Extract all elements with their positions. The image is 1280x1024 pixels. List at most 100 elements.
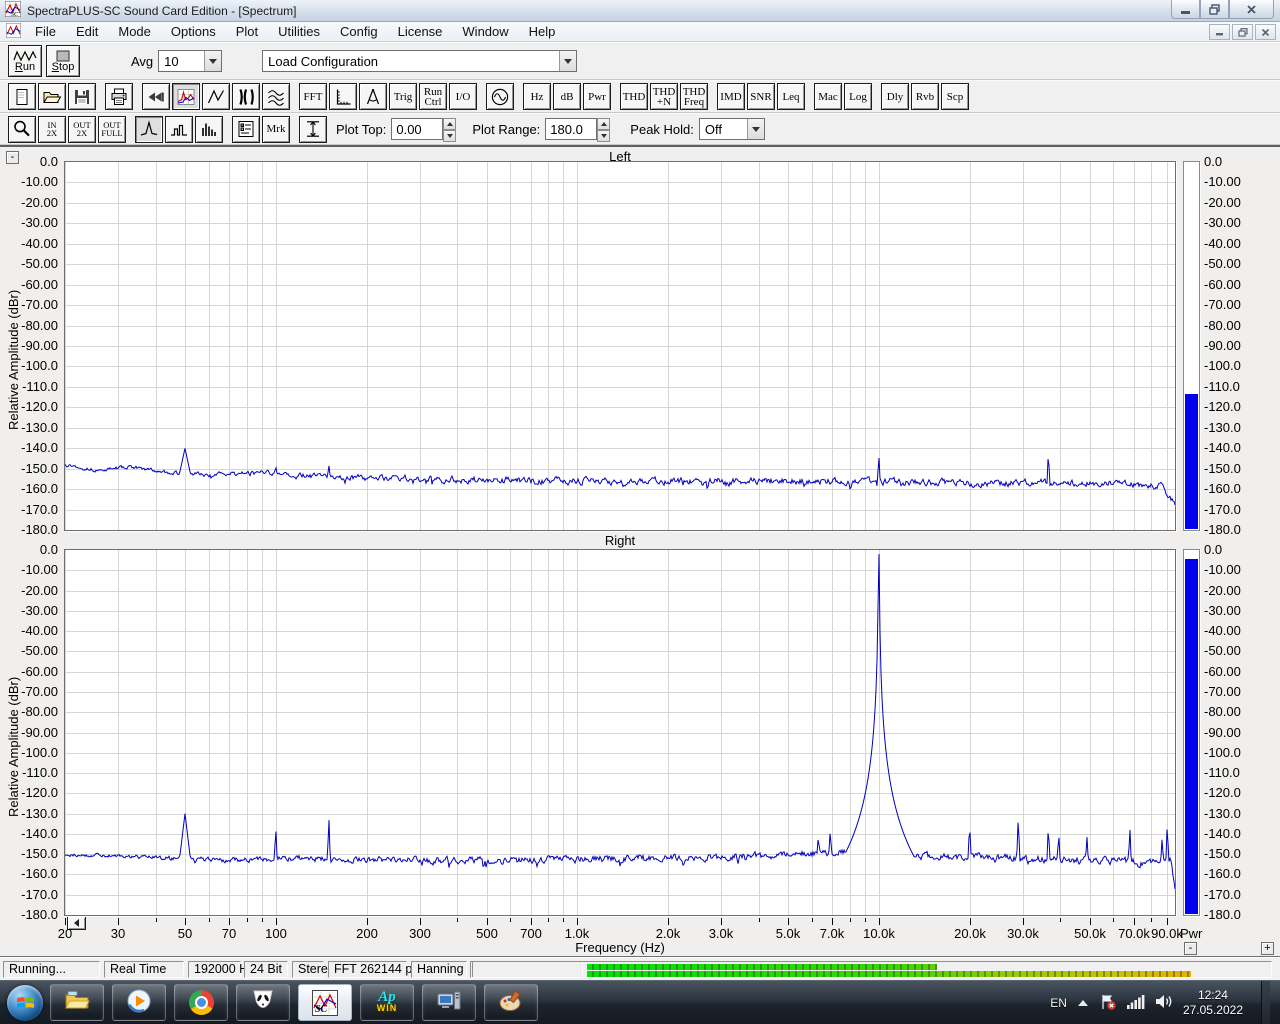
snr-button[interactable]: SNR <box>747 83 775 110</box>
toolbar-group <box>299 116 327 143</box>
spectrum-child-icon[interactable] <box>6 23 21 41</box>
fft-settings-button[interactable]: FFT <box>299 83 327 110</box>
menu-config[interactable]: Config <box>330 22 388 41</box>
taskbar-app-apwin[interactable]: ApWIN <box>360 984 414 1021</box>
phase-view-icon[interactable] <box>202 83 230 110</box>
menu-options[interactable]: Options <box>161 22 226 41</box>
plot-range-spinner[interactable] <box>597 118 610 140</box>
zoom-icon[interactable] <box>8 116 36 143</box>
plot-range-input[interactable] <box>545 118 597 140</box>
right-y-tick-label-right: -70.00 <box>1204 684 1274 699</box>
mdi-restore-button[interactable] <box>1232 24 1253 40</box>
action-center-icon[interactable] <box>1099 993 1117 1014</box>
menu-edit[interactable]: Edit <box>66 22 108 41</box>
menu-utilities[interactable]: Utilities <box>268 22 330 41</box>
delay-button[interactable]: Dly <box>881 83 909 110</box>
close-button[interactable] <box>1229 0 1274 19</box>
show-desktop-button[interactable] <box>1261 981 1270 1024</box>
reverb-button[interactable]: Rvb <box>911 83 939 110</box>
network-signal-icon[interactable] <box>1127 995 1145 1012</box>
scope-button[interactable]: Scp <box>941 83 969 110</box>
taskbar-app-paint[interactable] <box>484 984 538 1021</box>
log-button[interactable]: Log <box>844 83 872 110</box>
mdi-minimize-button[interactable] <box>1209 24 1230 40</box>
zoom-out-full-button[interactable]: OUTFULL <box>98 116 126 143</box>
vertical-range-icon[interactable] <box>299 116 327 143</box>
plot-top-label: Plot Top: <box>336 122 386 137</box>
thd-n-button[interactable]: THD+N <box>650 83 678 110</box>
avg-combobox[interactable]: 10 <box>158 50 222 72</box>
db-button[interactable]: dB <box>553 83 581 110</box>
signal-generator-icon[interactable] <box>486 83 514 110</box>
pane-expand-button[interactable]: + <box>1261 942 1274 955</box>
menu-license[interactable]: License <box>388 22 453 41</box>
minimize-button[interactable] <box>1171 0 1200 19</box>
menu-mode[interactable]: Mode <box>108 22 161 41</box>
left-plot-area[interactable] <box>64 161 1176 531</box>
stop-button[interactable]: Stop <box>46 45 80 77</box>
peak-hold-label: Peak Hold: <box>630 122 694 137</box>
save-icon[interactable] <box>68 83 96 110</box>
plot-top-spinner[interactable] <box>443 118 456 140</box>
time-series-icon[interactable] <box>142 83 170 110</box>
load-configuration-combobox[interactable]: Load Configuration <box>262 50 577 72</box>
zoom-out-2x-button[interactable]: OUT2X <box>68 116 96 143</box>
menu-items: FileEditModeOptionsPlotUtilitiesConfigLi… <box>25 22 565 41</box>
spectrum-view-icon[interactable] <box>172 83 200 110</box>
taskbar-app-spectraplus[interactable]: SC <box>298 984 352 1021</box>
trigger-button[interactable]: Trig <box>389 83 417 110</box>
new-file-icon[interactable] <box>8 83 36 110</box>
chevron-down-icon[interactable] <box>559 51 576 71</box>
marker-button[interactable]: Mrk <box>262 116 290 143</box>
thd-freq-button[interactable]: THDFreq <box>680 83 708 110</box>
start-button[interactable] <box>4 983 46 1023</box>
titlebar[interactable]: SC SpectraPLUS-SC Sound Card Edition - [… <box>0 0 1280 22</box>
step-plot-icon[interactable] <box>165 116 193 143</box>
tray-time: 12:24 <box>1183 988 1243 1003</box>
menu-file[interactable]: File <box>25 22 66 41</box>
run-control-button[interactable]: RunCtrl <box>419 83 447 110</box>
peak-hold-combobox[interactable]: Off <box>699 118 765 140</box>
toolbar-group <box>142 83 290 110</box>
menu-plot[interactable]: Plot <box>226 22 268 41</box>
menu-help[interactable]: Help <box>519 22 566 41</box>
plot-top-input[interactable] <box>391 118 443 140</box>
app-icon: SC <box>5 1 21 20</box>
clock[interactable]: 12:2427.05.2022 <box>1183 988 1243 1018</box>
zoom-in-2x-button[interactable]: IN2X <box>38 116 66 143</box>
leq-button[interactable]: Leq <box>777 83 805 110</box>
surface-view-icon[interactable] <box>262 83 290 110</box>
show-hidden-icons-button[interactable] <box>1077 996 1089 1011</box>
io-button[interactable]: I/O <box>449 83 477 110</box>
imd-button[interactable]: IMD <box>717 83 745 110</box>
right-y-tick-label-right: -140.0 <box>1204 826 1274 841</box>
taskbar-app-device-manager[interactable] <box>422 984 476 1021</box>
right-y-tick-label: -170.0 <box>4 887 58 902</box>
taskbar-app-foobar2000[interactable] <box>236 984 290 1021</box>
legend-icon[interactable] <box>232 116 260 143</box>
thd-button[interactable]: THD <box>620 83 648 110</box>
restore-button[interactable] <box>1200 0 1229 19</box>
right-plot-area[interactable] <box>64 549 1176 916</box>
hz-button[interactable]: Hz <box>523 83 551 110</box>
power-button[interactable]: Pwr <box>583 83 611 110</box>
calibration-icon[interactable] <box>359 83 387 110</box>
bar-plot-icon[interactable] <box>195 116 223 143</box>
run-button[interactable]: Run <box>8 45 42 77</box>
taskbar-app-chrome[interactable] <box>174 984 228 1021</box>
mdi-close-button[interactable] <box>1255 24 1276 40</box>
pwr-collapse-button[interactable]: - <box>1184 942 1197 955</box>
line-plot-icon[interactable] <box>135 116 163 143</box>
print-icon[interactable] <box>105 83 133 110</box>
volume-icon[interactable] <box>1155 994 1173 1012</box>
chevron-down-icon[interactable] <box>204 51 221 71</box>
spectrogram-view-icon[interactable] <box>232 83 260 110</box>
chevron-down-icon[interactable] <box>747 119 764 139</box>
macro-button[interactable]: Mac <box>814 83 842 110</box>
menu-window[interactable]: Window <box>452 22 518 41</box>
taskbar-app-windows-explorer[interactable] <box>50 984 104 1021</box>
open-file-icon[interactable] <box>38 83 66 110</box>
taskbar-app-windows-media-player[interactable] <box>112 984 166 1021</box>
language-indicator[interactable]: EN <box>1050 996 1067 1010</box>
scaling-icon[interactable] <box>329 83 357 110</box>
